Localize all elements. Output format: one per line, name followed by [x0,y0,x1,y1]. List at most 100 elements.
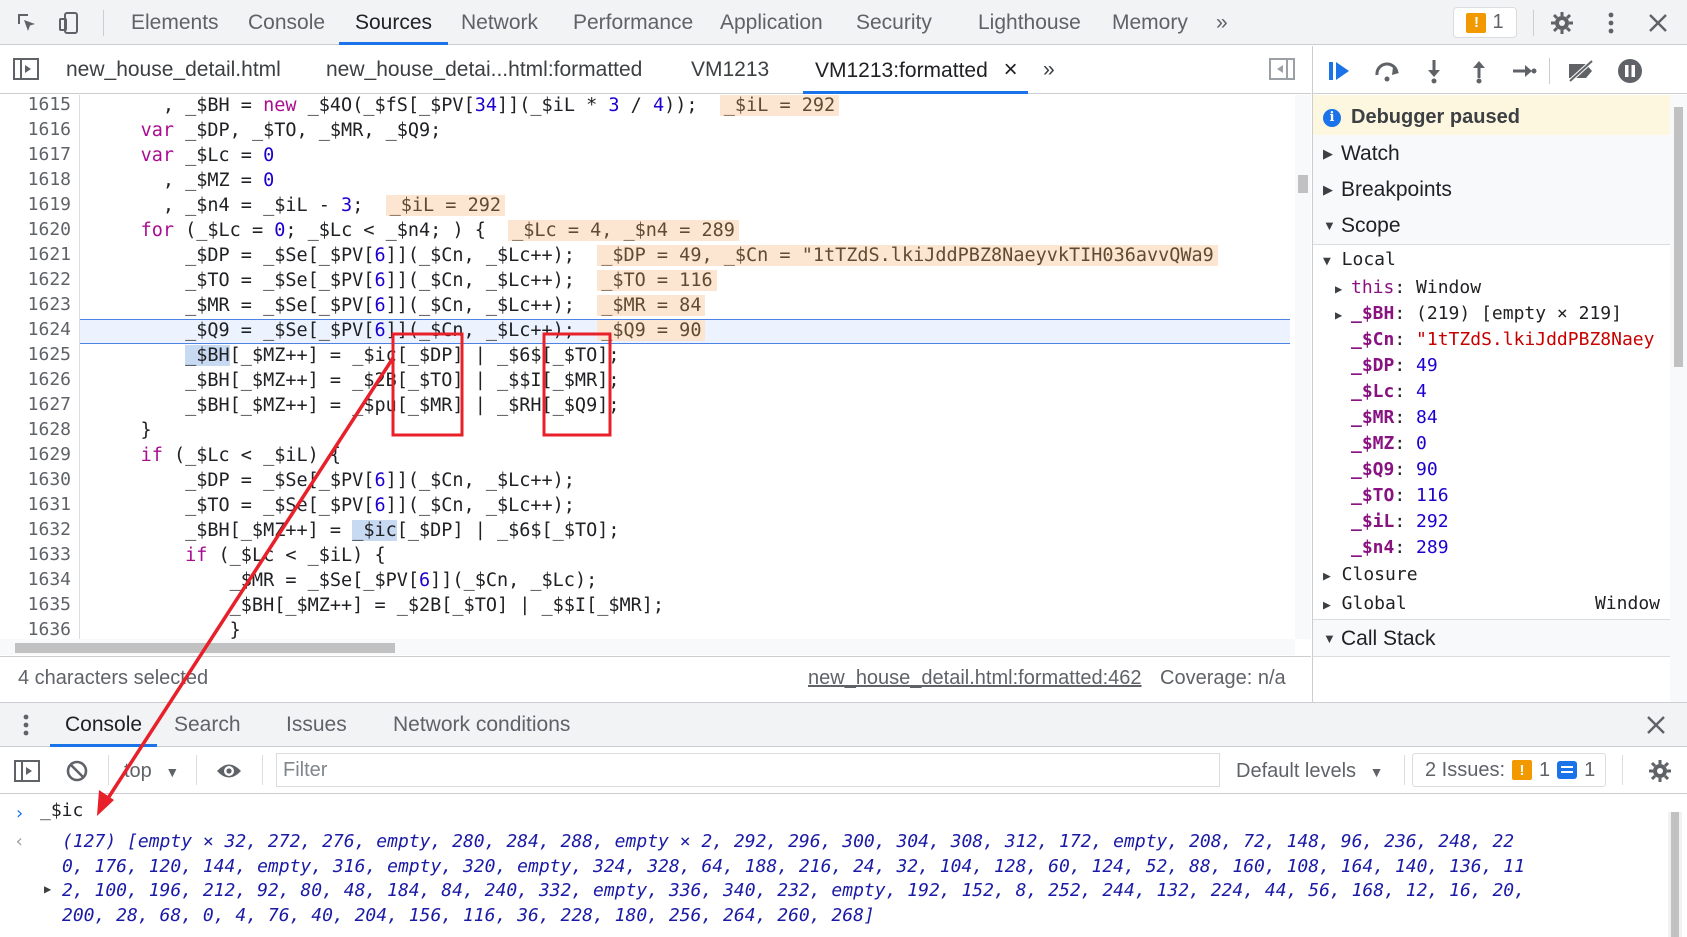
more-file-tabs-button[interactable]: » [1043,46,1055,94]
code-line[interactable]: , _$BH = new _$4O(_$fS[_$PV[34]](_$iL * … [96,95,840,118]
issues-counter-button[interactable]: ! 1 [1453,7,1517,38]
file-tab-vm1213-formatted[interactable]: VM1213:formatted × [803,46,1028,94]
file-tab-new-house-detail[interactable]: new_house_detail.html [66,46,281,94]
console-array-line[interactable]: 200, 28, 68, 0, 4, 76, 40, 204, 156, 116… [62,904,875,929]
line-number[interactable]: 1616 [28,119,71,140]
scope-section-header[interactable]: ▼ Scope [1313,207,1670,245]
code-line-current[interactable]: _$BH[_$MZ++] = _$ic[_$DP] | _$6$[_$TO]; [96,343,620,368]
scope-variable[interactable]: _$n4: 289 [1313,535,1670,561]
scrollbar-thumb[interactable] [1671,812,1679,937]
console-output[interactable]: › _$ic ‹ ▶ (127) [empty × 32, 272, 276, … [0,795,1687,937]
code-line[interactable]: var _$Lc = 0 [96,143,275,168]
scrollbar-thumb[interactable] [1674,107,1683,367]
scrollbar-thumb[interactable] [15,643,395,653]
code-editor[interactable]: 1615 1616 1617 1618 1619 1620 1621 1622 … [0,95,1295,639]
console-scrollbar[interactable] [1668,812,1682,937]
scope-variable[interactable]: _$MR: 84 [1313,405,1670,431]
line-number[interactable]: 1628 [28,419,71,440]
expand-result-triangle-icon[interactable]: ▶ [44,882,51,896]
close-devtools-icon[interactable] [1643,8,1673,38]
tab-elements[interactable]: Elements [131,0,219,45]
console-issues-button[interactable]: 2 Issues: ! 1 1 [1412,753,1606,787]
device-toolbar-icon[interactable] [55,8,85,38]
watch-section-header[interactable]: ▶ Watch [1313,135,1670,173]
line-number[interactable]: 1630 [28,469,71,490]
context-selector[interactable]: top ▼ [124,756,179,786]
resume-icon[interactable] [1325,56,1355,86]
scope-variable[interactable]: _$iL: 292 [1313,509,1670,535]
console-array-line[interactable]: 0, 176, 120, 144, empty, 316, empty, 320… [62,855,1525,880]
scope-variable[interactable]: ▶ this: Window [1313,275,1670,301]
line-number[interactable]: 1615 [28,95,71,115]
tab-console[interactable]: Console [248,0,325,45]
code-line[interactable]: var _$DP, _$TO, _$MR, _$Q9; [96,118,442,143]
toggle-debugger-sidebar-icon[interactable] [1268,56,1298,84]
line-number[interactable]: 1633 [28,544,71,565]
line-number[interactable]: 1627 [28,394,71,415]
close-tab-icon[interactable]: × [1004,56,1018,83]
code-line[interactable]: _$MR = _$Se[_$PV[6]](_$Cn, _$Lc); [96,568,598,593]
breakpoints-section-header[interactable]: ▶ Breakpoints [1313,171,1670,209]
line-number[interactable]: 1623 [28,294,71,315]
line-number-gutter[interactable]: 1615 1616 1617 1618 1619 1620 1621 1622 … [0,95,80,639]
console-array-line[interactable]: 2, 100, 196, 212, 92, 80, 48, 184, 84, 2… [62,879,1525,904]
scope-closure-header[interactable]: ▶ Closure [1313,562,1670,588]
line-number[interactable]: 1629 [28,444,71,465]
code-line[interactable]: _$BH[_$MZ++] = _$pu[_$MR] | _$RH[_$Q9]; [96,393,619,418]
more-options-icon[interactable] [1596,8,1626,38]
scope-variable[interactable]: _$Q9: 90 [1313,457,1670,483]
code-line[interactable]: _$BH[_$MZ++] = _$2B[_$TO] | _$$I[_$MR]; [96,593,664,618]
code-line[interactable]: if (_$Lc < _$iL) { [96,543,386,568]
settings-gear-icon[interactable] [1547,8,1577,38]
code-line[interactable]: _$MR = _$Se[_$PV[6]](_$Cn, _$Lc++); _$MR… [96,293,706,318]
editor-vertical-scrollbar[interactable] [1295,95,1311,639]
code-line[interactable]: _$DP = _$Se[_$PV[6]](_$Cn, _$Lc++); _$DP… [96,243,1218,268]
tab-memory[interactable]: Memory [1112,0,1188,45]
file-tab-vm1213[interactable]: VM1213 [691,46,769,94]
line-number[interactable]: 1620 [28,219,71,240]
console-settings-gear-icon[interactable] [1645,756,1675,786]
line-number[interactable]: 1619 [28,194,71,215]
line-number[interactable]: 1634 [28,569,71,590]
scrollbar-thumb[interactable] [1298,175,1308,193]
tab-sources[interactable]: Sources [339,0,449,45]
scope-variable[interactable]: _$DP: 49 [1313,353,1670,379]
line-number[interactable]: 1635 [28,594,71,615]
step-out-icon[interactable] [1464,56,1494,86]
code-line[interactable]: _$TO = _$Se[_$PV[6]](_$Cn, _$Lc++); _$TO… [96,268,717,293]
code-line[interactable]: , _$MZ = 0 [96,168,274,193]
scope-variable[interactable]: _$Cn: "1tTZdS.lkiJddPBZ8Naey [1313,327,1670,353]
drawer-menu-icon[interactable] [22,713,32,739]
scope-global-header[interactable]: ▶ Global Window [1313,591,1670,617]
live-expression-eye-icon[interactable] [214,756,244,786]
log-levels-dropdown[interactable]: Default levels ▼ [1236,756,1383,786]
code-line[interactable]: _$DP = _$Se[_$PV[6]](_$Cn, _$Lc++); [96,468,575,493]
console-input-line[interactable]: _$ic [40,799,83,824]
source-location-link[interactable]: new_house_detail.html:formatted:462 [808,667,1142,690]
line-number[interactable]: 1618 [28,169,71,190]
scope-variable[interactable]: _$TO: 116 [1313,483,1670,509]
tab-application[interactable]: Application [720,0,823,45]
drawer-tab-search[interactable]: Search [174,703,241,747]
code-line[interactable]: if (_$Lc < _$iL) { [96,443,342,468]
code-line[interactable]: _$BH[_$MZ++] = _$2B[_$TO] | _$$I[_$MR]; [96,368,619,393]
scope-variable[interactable]: _$Lc: 4 [1313,379,1670,405]
code-line[interactable]: , _$n4 = _$iL - 3; _$iL = 292 [96,193,505,218]
line-number[interactable]: 1625 [28,344,71,365]
toggle-navigator-icon[interactable] [12,56,42,84]
line-number[interactable]: 1621 [28,244,71,265]
tab-performance[interactable]: Performance [573,0,693,45]
step-into-icon[interactable] [1419,56,1449,86]
drawer-tab-issues[interactable]: Issues [286,703,347,747]
scope-variable[interactable]: ▶ _$BH: (219) [empty × 219] [1313,301,1670,327]
line-number[interactable]: 1624 [28,319,71,340]
code-line[interactable]: _$Q9 = _$Se[_$PV[6]](_$Cn, _$Lc++); _$Q9… [96,318,706,343]
code-line[interactable]: _$TO = _$Se[_$PV[6]](_$Cn, _$Lc++); [96,493,575,518]
code-line[interactable]: } [96,618,241,639]
inspect-element-icon[interactable] [12,8,42,38]
file-tab-new-house-detail-formatted[interactable]: new_house_detai...html:formatted [326,46,642,94]
line-number[interactable]: 1626 [28,369,71,390]
tab-security[interactable]: Security [856,0,932,45]
step-icon[interactable] [1509,56,1539,86]
step-over-icon[interactable] [1372,56,1402,86]
